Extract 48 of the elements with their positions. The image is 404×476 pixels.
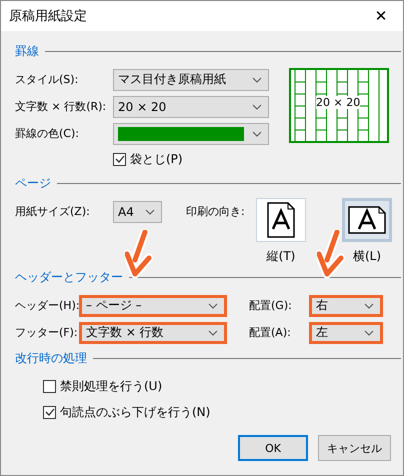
- field-label: 配置(A):: [249, 325, 292, 340]
- size-dropdown[interactable]: 20 × 20: [113, 96, 269, 118]
- field-label: 用紙サイズ(Z):: [15, 204, 91, 219]
- orientation-label: 横(L): [352, 248, 382, 265]
- arrow-icon: [125, 230, 153, 278]
- chevron-down-icon: [364, 330, 374, 336]
- style-dropdown[interactable]: マス目付き原稿用紙: [113, 68, 269, 90]
- field-label: スタイル(S):: [15, 72, 80, 87]
- chevron-down-icon: [208, 330, 218, 336]
- checkbox-label: 句読点のぶら下げを行う(N): [60, 404, 210, 420]
- field-label: 印刷の向き:: [186, 204, 246, 219]
- orientation-button[interactable]: [342, 198, 392, 242]
- window-title: 原稿用紙設定: [9, 8, 87, 25]
- align-dropdown[interactable]: 右: [309, 294, 383, 316]
- field-label: フッター(F):: [15, 325, 79, 340]
- section-heading: ページ: [15, 175, 51, 192]
- orientation-label: 縦(T): [266, 248, 296, 265]
- checkbox[interactable]: [113, 152, 126, 166]
- preview-label: 20 × 20: [316, 96, 360, 109]
- field-label: 配置(G):: [249, 298, 293, 313]
- section-heading: 改行時の処理: [15, 350, 87, 367]
- close-button[interactable]: ✕: [359, 1, 403, 31]
- arrow-icon: [317, 230, 345, 278]
- checkbox[interactable]: [43, 380, 56, 392]
- chevron-down-icon: [145, 208, 155, 214]
- field-label: ヘッダー(H):: [15, 298, 79, 313]
- color-dropdown[interactable]: [113, 122, 269, 144]
- chevron-down-icon: [252, 104, 262, 110]
- text-dropdown[interactable]: – ページ –: [79, 294, 227, 316]
- orientation-button[interactable]: [256, 198, 306, 242]
- chevron-down-icon: [252, 130, 262, 136]
- field-label: 罫線の色(C):: [15, 126, 80, 141]
- chevron-down-icon: [364, 302, 374, 308]
- landscape-page-icon: [347, 205, 387, 235]
- chevron-down-icon: [252, 76, 262, 82]
- text-dropdown[interactable]: 文字数 × 行数: [79, 322, 227, 344]
- ok-button[interactable]: OK: [238, 435, 308, 461]
- portrait-page-icon: [266, 201, 296, 239]
- checkbox-label: 禁則処理を行う(U): [60, 378, 162, 394]
- paper-size-dropdown[interactable]: A4: [113, 200, 162, 222]
- chevron-down-icon: [208, 302, 218, 308]
- cancel-button[interactable]: キャンセル: [318, 435, 391, 461]
- section-heading: ヘッダーとフッター: [15, 269, 123, 286]
- section-heading: 罫線: [15, 43, 39, 60]
- align-dropdown[interactable]: 左: [309, 322, 383, 344]
- field-label: 文字数 × 行数(R):: [15, 99, 108, 114]
- checkbox-label: 袋とじ(P): [130, 150, 183, 168]
- checkbox[interactable]: [43, 406, 56, 418]
